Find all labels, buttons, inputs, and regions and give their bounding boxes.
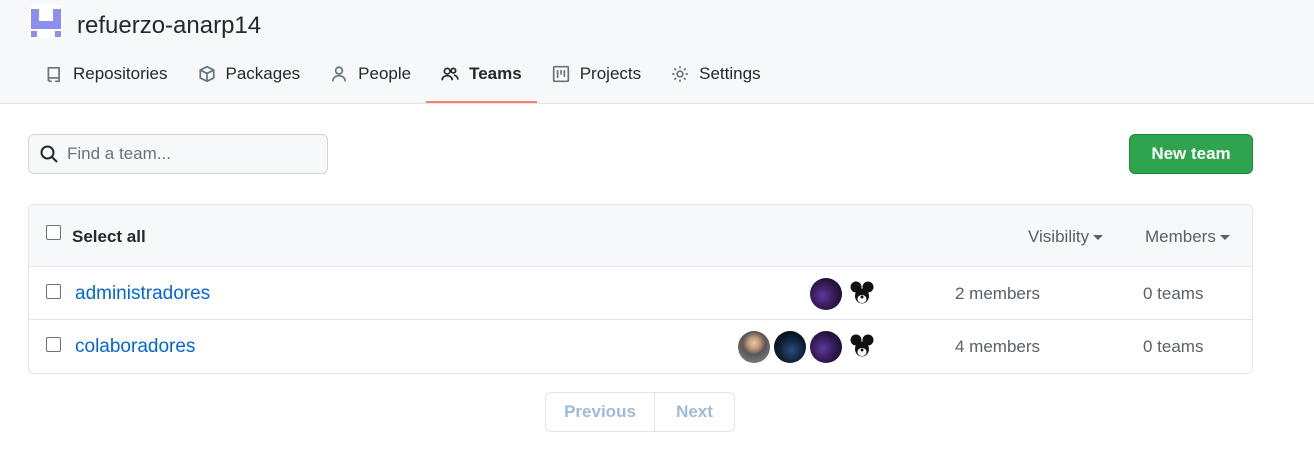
avatar[interactable]: [846, 278, 878, 310]
row-checkbox[interactable]: [46, 337, 61, 352]
tab-repositories[interactable]: Repositories: [30, 54, 183, 94]
tab-label: People: [358, 64, 412, 83]
chevron-down-icon: [1093, 235, 1104, 241]
org-header: refuerzo-anarp14 Repositories Packages P…: [0, 0, 1314, 104]
tab-people[interactable]: People: [315, 54, 426, 94]
tab-label: Teams: [469, 64, 522, 83]
people-icon: [441, 67, 459, 81]
search-input[interactable]: [67, 144, 307, 164]
table-row: colaboradores 4 members 0 teams: [29, 320, 1252, 373]
visibility-filter-label: Visibility: [1028, 227, 1090, 246]
teams-table: Select all Visibility Members administra…: [28, 204, 1253, 374]
team-name-link[interactable]: administradores: [75, 283, 210, 305]
previous-button[interactable]: Previous: [546, 393, 655, 431]
select-all-label[interactable]: Select all: [72, 227, 146, 247]
tab-label: Repositories: [73, 64, 168, 83]
team-count: 0 teams: [1143, 284, 1204, 303]
search-icon: [40, 145, 58, 163]
tab-settings[interactable]: Settings: [656, 54, 775, 94]
pagination: Previous Next: [545, 392, 735, 432]
tab-label: Projects: [579, 64, 642, 83]
members-filter-label: Members: [1145, 227, 1216, 246]
find-team-search: [28, 134, 328, 174]
gear-icon: [672, 66, 689, 82]
member-count[interactable]: 2 members: [955, 284, 1040, 304]
avatar[interactable]: [810, 278, 842, 310]
avatar[interactable]: [846, 331, 878, 363]
mouse-avatar-icon: [850, 281, 874, 304]
tab-label: Packages: [225, 64, 301, 83]
member-avatars: [734, 331, 878, 363]
mouse-avatar-icon: [850, 334, 874, 357]
project-icon: [552, 65, 569, 83]
tab-label: Settings: [699, 64, 761, 83]
table-header: Select all Visibility Members: [29, 205, 1252, 267]
member-count[interactable]: 4 members: [955, 337, 1040, 357]
select-all-checkbox[interactable]: [46, 225, 61, 240]
org-nav-tabs: Repositories Packages People Teams Proje…: [30, 54, 776, 104]
table-row: administradores 2 members 0 teams: [29, 267, 1252, 320]
org-name[interactable]: refuerzo-anarp14: [77, 10, 261, 42]
chevron-down-icon: [1219, 235, 1230, 241]
new-team-button[interactable]: New team: [1129, 134, 1253, 174]
org-avatar[interactable]: [29, 5, 63, 39]
member-avatars: [806, 278, 878, 310]
team-count: 0 teams: [1143, 337, 1204, 356]
row-checkbox[interactable]: [46, 284, 61, 299]
avatar[interactable]: [810, 331, 842, 363]
tab-packages[interactable]: Packages: [183, 54, 316, 94]
person-icon: [332, 66, 347, 82]
avatar[interactable]: [774, 331, 806, 363]
visibility-filter[interactable]: Visibility: [1028, 227, 1104, 247]
members-filter[interactable]: Members: [1145, 227, 1230, 247]
avatar[interactable]: [738, 331, 770, 363]
tab-projects[interactable]: Projects: [537, 54, 656, 94]
next-button[interactable]: Next: [655, 393, 734, 431]
tab-teams[interactable]: Teams: [426, 54, 537, 103]
repo-icon: [47, 66, 60, 83]
package-icon: [198, 65, 215, 83]
team-name-link[interactable]: colaboradores: [75, 336, 195, 358]
